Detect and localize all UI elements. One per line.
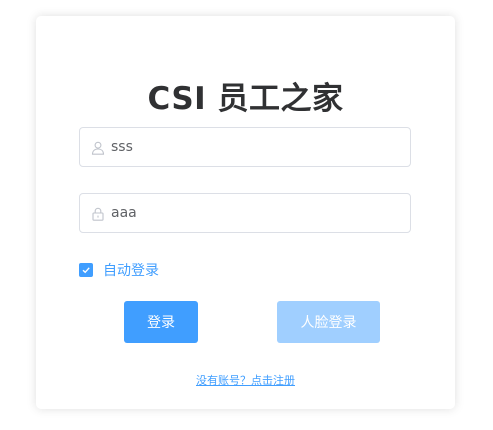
face-login-button[interactable]: 人脸登录 <box>277 301 380 343</box>
user-icon <box>91 140 105 155</box>
auto-login-checkbox[interactable] <box>79 263 93 277</box>
login-button[interactable]: 登录 <box>124 301 198 343</box>
page: CSI 员工之家 sss aaa 自动登录 登录 人脸登录 没有账号？点击注册 <box>0 0 493 430</box>
page-title: CSI 员工之家 <box>147 81 344 117</box>
checkmark-icon <box>82 267 90 274</box>
auto-login-option[interactable]: 自动登录 <box>79 260 159 280</box>
auto-login-label: 自动登录 <box>103 263 159 279</box>
username-field[interactable] <box>79 127 411 167</box>
register-link[interactable]: 没有账号？点击注册 <box>36 372 455 388</box>
password-input[interactable] <box>111 194 401 232</box>
username-input[interactable] <box>111 128 401 166</box>
login-card: CSI 员工之家 sss aaa 自动登录 登录 人脸登录 没有账号？点击注册 <box>36 16 455 409</box>
lock-icon <box>91 206 105 221</box>
password-field[interactable] <box>79 193 411 233</box>
